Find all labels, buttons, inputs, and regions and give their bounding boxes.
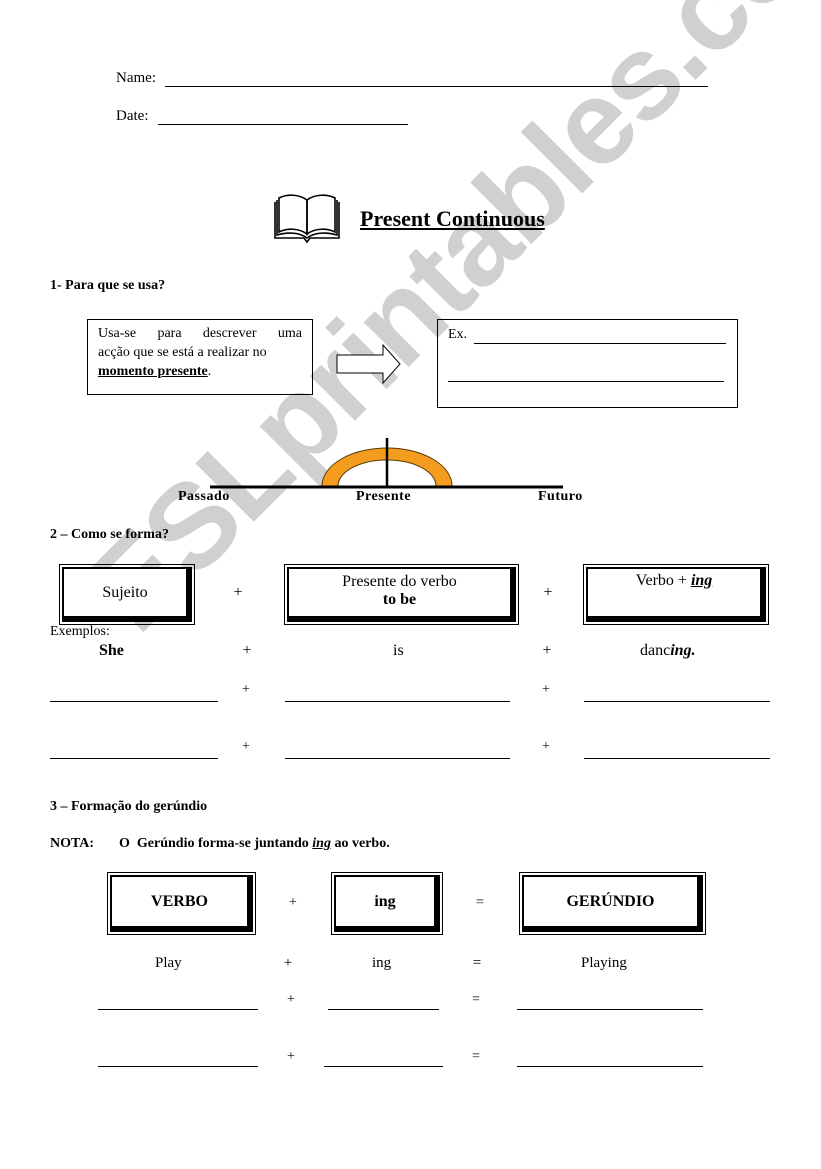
plus-sign: +: [542, 739, 550, 754]
subject-box-label: Sujeito: [102, 583, 148, 601]
example-answer-line-2[interactable]: [448, 381, 724, 382]
note-text-before: O Gerúndio forma-se juntando: [119, 836, 313, 851]
to-be-blank[interactable]: [285, 758, 510, 759]
equals-sign: =: [472, 992, 480, 1007]
definition-line-1: Usa-se para descrever uma: [98, 326, 302, 341]
plus-sign: +: [233, 584, 243, 601]
gerund-blank[interactable]: [517, 1066, 703, 1067]
example-verb-ending: ing.: [670, 642, 696, 659]
section-3-heading: 3 – Formação do gerúndio: [50, 799, 208, 814]
plus-sign: +: [242, 739, 250, 754]
gerund-box: GERÚNDIO: [519, 872, 706, 935]
subject-blank[interactable]: [50, 758, 218, 759]
timeline-diagram: [210, 438, 563, 489]
definition-emphasis: momento presente: [98, 364, 208, 379]
verb-blank[interactable]: [98, 1009, 258, 1010]
verb-box-label: VERBO: [151, 892, 208, 910]
ing-blank[interactable]: [324, 1066, 443, 1067]
verb-ing-box-suffix: ing: [690, 572, 713, 589]
gerund-blank[interactable]: [517, 1009, 703, 1010]
gerund-box-label: GERÚNDIO: [566, 892, 655, 910]
section-2-number: 2: [50, 527, 57, 542]
example-gerund: Playing: [581, 955, 627, 971]
verb-box: VERBO: [107, 872, 256, 935]
section-1-heading: 1- Para que se usa?: [50, 278, 166, 293]
plus-sign: +: [289, 895, 297, 910]
equals-sign: =: [476, 895, 484, 910]
date-field[interactable]: [158, 124, 408, 125]
definition-line-2: acção que se está a realizar no: [98, 345, 267, 360]
section-2-title: – Como se forma?: [57, 527, 169, 542]
definition-end: .: [207, 364, 212, 379]
plus-sign: +: [242, 682, 250, 697]
open-book-icon: [274, 194, 340, 244]
note-text: O Gerúndio forma-se juntando ing ao verb…: [119, 836, 390, 852]
ing-box-label: ing: [374, 892, 396, 910]
plus-sign: +: [283, 955, 293, 971]
definition-box: Usa-se para descrever uma acção que se e…: [87, 319, 313, 395]
name-label: Name:: [116, 70, 156, 86]
right-arrow-icon: [336, 344, 401, 384]
verb-ing-blank[interactable]: [584, 701, 770, 702]
example-subject: She: [99, 642, 124, 659]
subject-blank[interactable]: [50, 701, 218, 702]
example-verb-stem: danc: [640, 642, 671, 659]
verb-ing-blank[interactable]: [584, 758, 770, 759]
example-label: Ex.: [448, 327, 468, 342]
plus-sign: +: [242, 642, 252, 659]
example-box: Ex.: [437, 319, 738, 408]
example-auxiliary: is: [393, 642, 404, 659]
ing-blank[interactable]: [328, 1009, 439, 1010]
name-field[interactable]: [165, 86, 708, 87]
note-label: NOTA:: [50, 836, 95, 851]
verb-ing-box: Verbo + ing: [583, 564, 769, 625]
to-be-box-line-2: to be: [382, 591, 417, 608]
example-ing: ing: [372, 955, 392, 971]
example-verb-play: Play: [155, 955, 182, 971]
plus-sign: +: [542, 642, 552, 659]
to-be-box: Presente do verbo to be: [284, 564, 519, 625]
plus-sign: +: [542, 682, 550, 697]
equals-sign: =: [472, 1049, 480, 1064]
note-emphasis: ing: [312, 836, 331, 851]
timeline-label-future: Futuro: [538, 489, 583, 504]
timeline-label-past: Passado: [178, 489, 230, 504]
example-answer-line-1[interactable]: [474, 343, 726, 344]
equals-sign: =: [472, 955, 482, 971]
verb-ing-box-prefix: Verbo +: [635, 572, 691, 589]
examples-label: Exemplos:: [50, 624, 110, 639]
plus-sign: +: [543, 584, 553, 601]
plus-sign: +: [287, 1049, 295, 1064]
note-text-after: ao verbo.: [330, 836, 390, 851]
subject-box: Sujeito: [59, 564, 195, 625]
to-be-box-line-1: Presente do verbo: [342, 573, 457, 590]
page-title: Present Continuous: [360, 206, 545, 231]
ing-box: ing: [331, 872, 443, 935]
to-be-blank[interactable]: [285, 701, 510, 702]
date-label: Date:: [116, 108, 149, 124]
verb-blank[interactable]: [98, 1066, 258, 1067]
section-2-heading: 2 – Como se forma?: [50, 527, 169, 543]
example-verb: dancing.: [640, 642, 696, 660]
timeline-label-present: Presente: [356, 489, 412, 504]
plus-sign: +: [287, 992, 295, 1007]
